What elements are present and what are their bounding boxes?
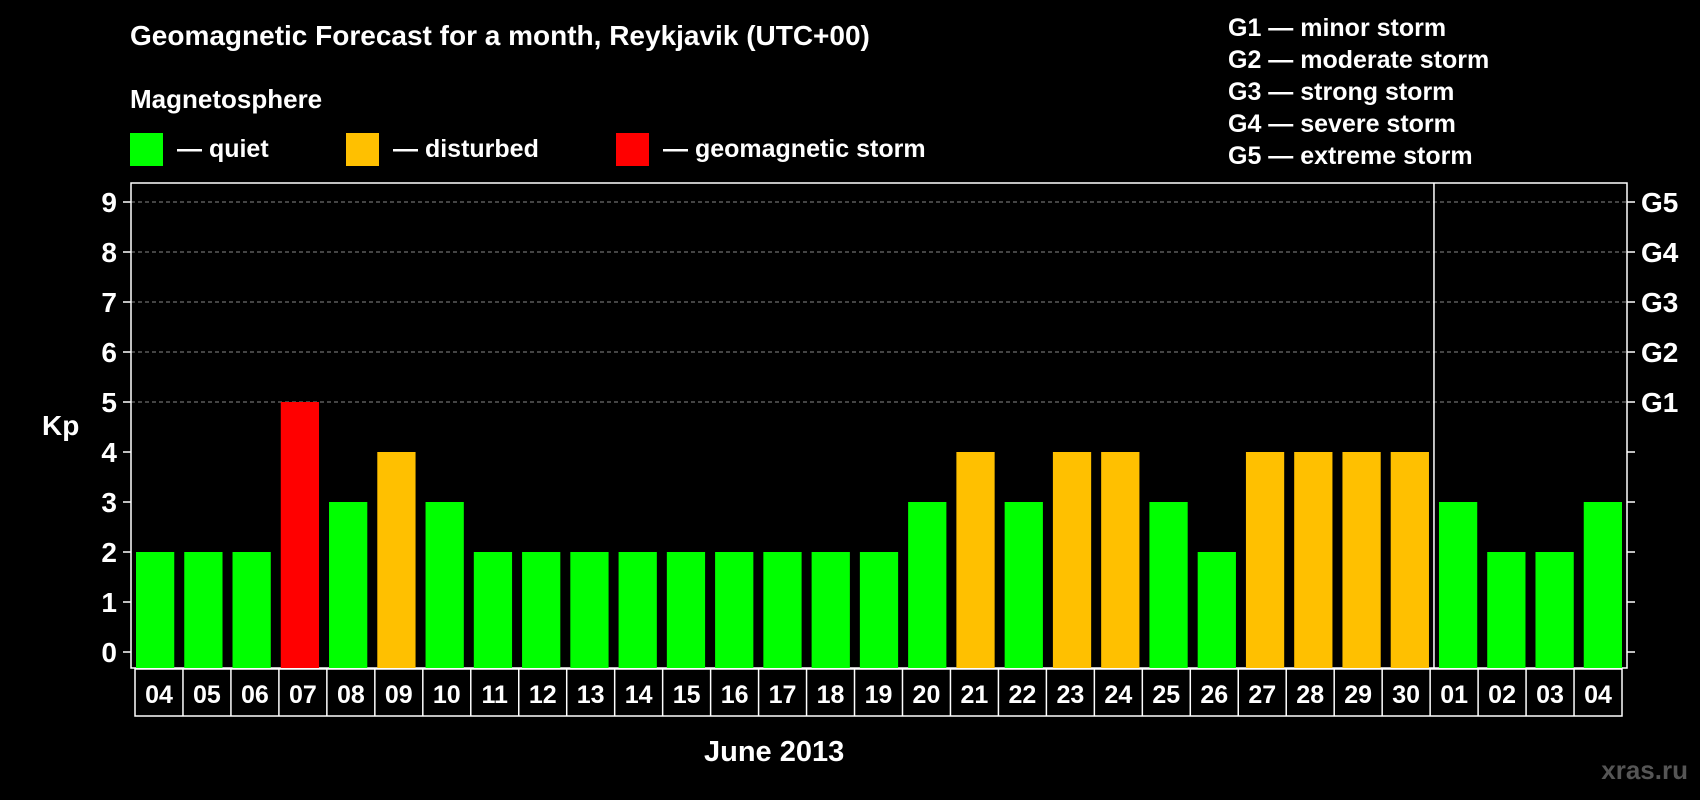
x-tick-label: 26 bbox=[1200, 681, 1228, 709]
x-tick-label: 17 bbox=[769, 681, 797, 709]
x-tick-label: 27 bbox=[1248, 681, 1276, 709]
bar-07 bbox=[280, 402, 320, 668]
bar-18 bbox=[811, 552, 850, 668]
x-tick-label: 10 bbox=[433, 681, 461, 709]
bar-12 bbox=[522, 552, 561, 668]
y-tick-label: 5 bbox=[101, 387, 117, 418]
bar-09 bbox=[377, 452, 416, 668]
y-tick-label: 0 bbox=[101, 637, 117, 668]
bar-24 bbox=[1101, 452, 1140, 668]
x-tick-label: 24 bbox=[1104, 681, 1132, 709]
y-tick-label: 7 bbox=[101, 287, 117, 318]
bar-13 bbox=[570, 552, 609, 668]
g-level-label: G3 bbox=[1641, 287, 1678, 318]
bar-22 bbox=[1004, 502, 1043, 668]
x-tick-label: 21 bbox=[961, 681, 989, 709]
x-tick-label: 02 bbox=[1488, 681, 1516, 709]
bar-16 bbox=[715, 552, 754, 668]
x-tick-label: 12 bbox=[529, 681, 557, 709]
bar-20 bbox=[908, 502, 947, 668]
g-level-label: G5 bbox=[1641, 187, 1678, 218]
x-tick-label: 06 bbox=[241, 681, 269, 709]
x-tick-label: 15 bbox=[673, 681, 701, 709]
x-tick-label: 29 bbox=[1344, 681, 1372, 709]
bar-08 bbox=[329, 502, 368, 668]
x-tick-label: 11 bbox=[482, 681, 509, 709]
bar-28 bbox=[1294, 452, 1333, 668]
kp-bar-chart: 0123456789G1G2G3G4G504 05 06 07 08 09 10 11 12 13… bbox=[101, 182, 1679, 717]
x-tick-label: 30 bbox=[1392, 681, 1420, 709]
y-tick-label: 3 bbox=[101, 487, 117, 518]
bar-21 bbox=[956, 452, 995, 668]
y-tick-label: 8 bbox=[101, 237, 117, 268]
bar-17 bbox=[763, 552, 802, 668]
bar-05 bbox=[184, 552, 223, 668]
x-tick-label: 05 bbox=[193, 681, 221, 709]
g-level-label: G1 bbox=[1641, 387, 1678, 418]
bar-06 bbox=[232, 552, 271, 668]
bar-04 bbox=[136, 552, 175, 668]
g-level-label: G4 bbox=[1641, 237, 1679, 268]
x-tick-label: 23 bbox=[1056, 681, 1084, 709]
x-tick-label: 25 bbox=[1152, 681, 1180, 709]
y-tick-label: 9 bbox=[101, 187, 117, 218]
x-tick-label: 04 bbox=[145, 681, 173, 709]
y-tick-label: 2 bbox=[101, 537, 117, 568]
y-tick-label: 4 bbox=[101, 437, 117, 468]
bar-29 bbox=[1342, 452, 1381, 668]
x-tick-label: 14 bbox=[625, 681, 653, 709]
bar-19 bbox=[859, 552, 899, 668]
x-tick-label: 20 bbox=[913, 681, 941, 709]
x-tick-label: 22 bbox=[1008, 681, 1036, 709]
bar-15 bbox=[666, 552, 706, 668]
x-tick-label: 16 bbox=[721, 681, 749, 709]
x-tick-label: 13 bbox=[577, 681, 605, 709]
bar-04 bbox=[1583, 502, 1622, 668]
bar-25 bbox=[1149, 502, 1188, 668]
x-tick-label: 18 bbox=[817, 681, 845, 709]
x-tick-label: 03 bbox=[1536, 681, 1564, 709]
bar-03 bbox=[1535, 552, 1574, 668]
x-tick-label: 28 bbox=[1296, 681, 1324, 709]
bar-26 bbox=[1197, 552, 1236, 668]
x-tick-label: 09 bbox=[385, 681, 413, 709]
bar-01 bbox=[1438, 502, 1478, 668]
bar-11 bbox=[473, 552, 513, 668]
x-tick-label: 08 bbox=[337, 681, 365, 709]
bar-27 bbox=[1245, 452, 1285, 668]
y-tick-label: 6 bbox=[101, 337, 117, 368]
x-tick-label: 19 bbox=[865, 681, 893, 709]
bar-14 bbox=[618, 552, 657, 668]
g-level-label: G2 bbox=[1641, 337, 1678, 368]
bar-30 bbox=[1390, 452, 1429, 668]
y-tick-label: 1 bbox=[101, 587, 117, 618]
x-tick-label: 04 bbox=[1584, 681, 1612, 709]
x-tick-label: 01 bbox=[1440, 681, 1468, 709]
x-tick-label: 07 bbox=[289, 681, 317, 709]
bar-23 bbox=[1052, 452, 1092, 668]
bar-02 bbox=[1487, 552, 1526, 668]
bar-10 bbox=[425, 502, 464, 668]
